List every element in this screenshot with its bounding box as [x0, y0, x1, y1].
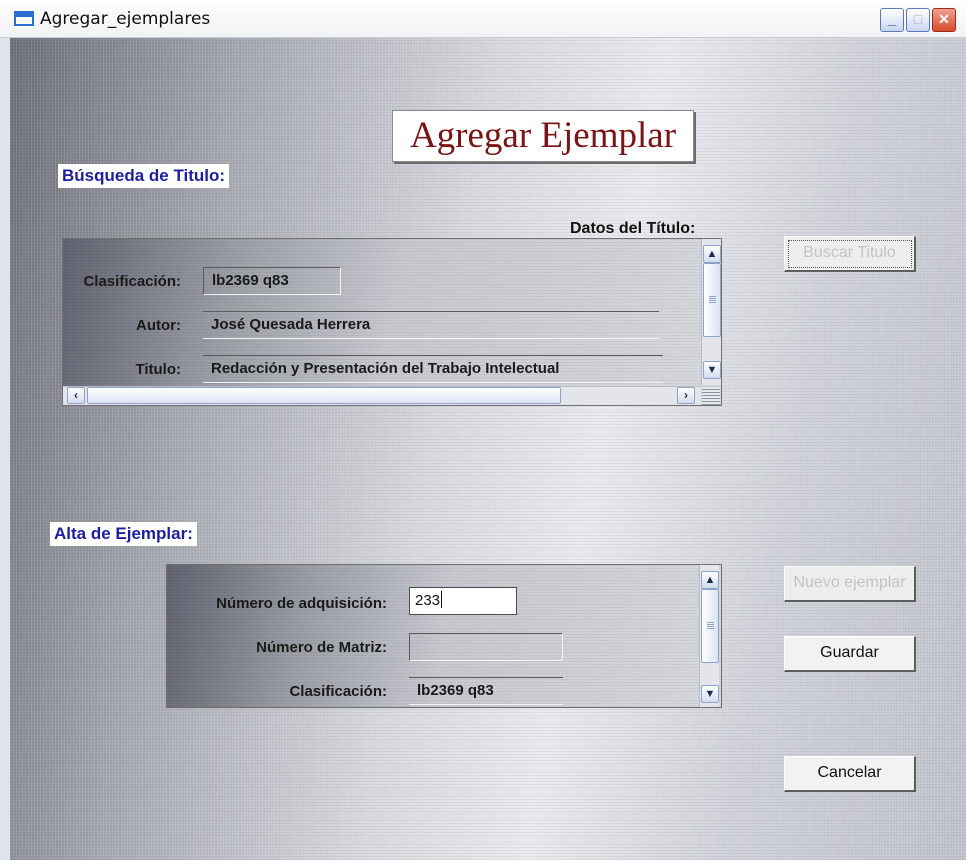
nuevo-ejemplar-button[interactable]: Nuevo ejemplar: [784, 566, 916, 602]
scroll-right-icon[interactable]: ›: [677, 387, 695, 404]
page-title: Agregar Ejemplar: [392, 110, 694, 162]
ejemplar-data-panel: Número de adquisición: 233 Número de Mat…: [166, 564, 722, 708]
maximize-button[interactable]: □: [906, 8, 930, 32]
scroll-up-icon[interactable]: ▲: [703, 245, 721, 263]
numero-matriz-field: [409, 633, 563, 661]
scroll-up-icon[interactable]: ▲: [701, 571, 719, 589]
autor-label: Autor:: [136, 317, 181, 334]
busqueda-section-label: Búsqueda de Titulo:: [58, 164, 230, 188]
ejemplar-panel-vertical-scrollbar[interactable]: ▲ ▼: [699, 565, 719, 707]
numero-adquisicion-input[interactable]: 233: [409, 587, 517, 615]
scroll-left-icon[interactable]: ‹: [67, 387, 85, 404]
minimize-button[interactable]: _: [880, 8, 904, 32]
titulo-panel-vertical-scrollbar[interactable]: ▲ ▼: [701, 239, 721, 385]
scroll-down-icon[interactable]: ▼: [703, 361, 721, 379]
alta-clasificacion-value: lb2369 q83: [409, 677, 563, 705]
window-app-icon: [14, 11, 34, 26]
titulo-data-panel: Clasificación: lb2369 q83 Autor: José Qu…: [62, 238, 722, 406]
titulo-value: Redacción y Presentación del Trabajo Int…: [203, 355, 663, 383]
title-bar[interactable]: Agregar_ejemplares _ □ ✕: [0, 0, 966, 38]
titulo-label: Titulo:: [135, 361, 181, 378]
titulo-panel-horizontal-scrollbar[interactable]: ‹ ›: [63, 386, 701, 405]
datos-titulo-label: Datos del Título:: [570, 220, 696, 237]
numero-matriz-label: Número de Matriz:: [256, 639, 387, 656]
clasificacion-label: Clasificación:: [83, 273, 181, 290]
scroll-thumb[interactable]: [701, 589, 719, 663]
app-window: Agregar_ejemplares _ □ ✕ Agregar Ejempla…: [0, 0, 966, 860]
clasificacion-value: lb2369 q83: [203, 267, 341, 295]
guardar-button[interactable]: Guardar: [784, 636, 916, 672]
scroll-down-icon[interactable]: ▼: [701, 685, 719, 703]
horizontal-scroll-thumb[interactable]: [87, 387, 561, 404]
cancelar-button[interactable]: Cancelar: [784, 756, 916, 792]
buscar-titulo-button[interactable]: Buscar Titulo: [784, 236, 916, 272]
form-area: Agregar Ejemplar Búsqueda de Titulo: Dat…: [10, 38, 966, 860]
window-title: Agregar_ejemplares: [40, 9, 211, 29]
resize-grip-icon[interactable]: [702, 387, 720, 405]
numero-adquisicion-value: 233: [415, 592, 441, 609]
alta-clasificacion-label: Clasificación:: [289, 683, 387, 700]
close-button[interactable]: ✕: [932, 8, 956, 32]
numero-adquisicion-label: Número de adquisición:: [216, 595, 387, 612]
text-caret: [441, 591, 443, 608]
autor-value: José Quesada Herrera: [203, 311, 659, 339]
alta-section-label: Alta de Ejemplar:: [50, 522, 197, 546]
scroll-thumb[interactable]: [703, 263, 721, 337]
